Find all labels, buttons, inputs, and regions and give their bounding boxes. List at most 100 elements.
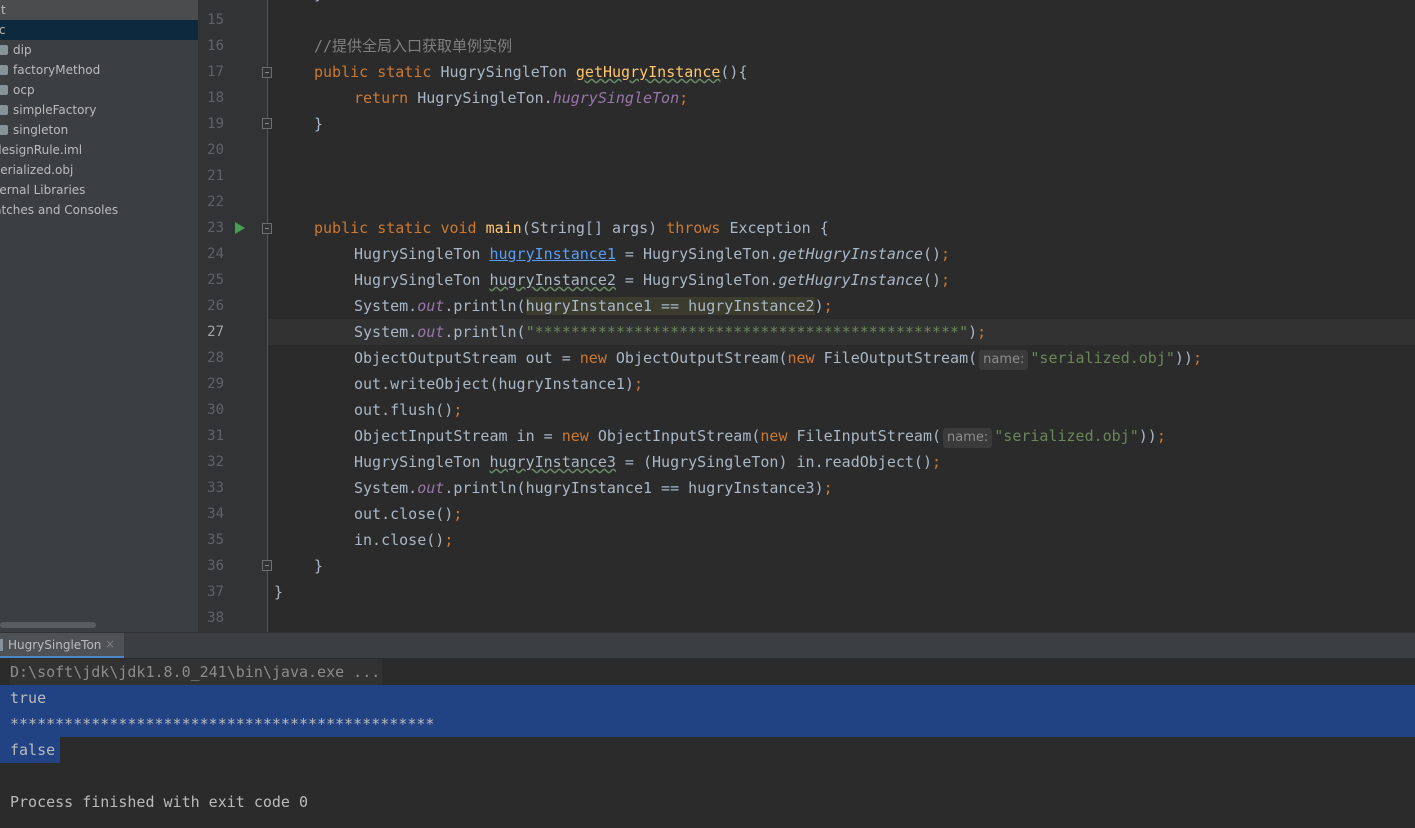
code-ctor: FileInputStream(: [796, 427, 942, 445]
code-ctor: ObjectInputStream(: [597, 427, 761, 445]
code-type: HugrySingleTon: [354, 245, 481, 263]
tree-item-label: Scratches and Consoles: [0, 203, 119, 217]
console-output-line: ****************************************…: [10, 715, 435, 733]
code-line[interactable]: ObjectOutputStream out = new ObjectOutpu…: [354, 345, 1202, 371]
tree-item-ocp[interactable]: ocp: [0, 80, 199, 100]
tree-item-singleton[interactable]: singleton: [0, 120, 199, 140]
code-line[interactable]: //提供全局入口获取单例实例: [314, 33, 512, 59]
tree-item-label: External Libraries: [0, 183, 86, 197]
line-number: 16: [207, 38, 224, 54]
code-line[interactable]: public static HugrySingleTon getHugryIns…: [314, 59, 748, 85]
code-line[interactable]: public static void main(String[] args) t…: [314, 215, 829, 241]
code-line[interactable]: HugrySingleTon hugryInstance2 = HugrySin…: [354, 267, 950, 293]
code-ctor: ObjectOutputStream(: [615, 349, 788, 367]
line-number: 22: [207, 194, 224, 210]
project-tree: out src dip factoryMethod ocp simpleFact…: [0, 0, 199, 632]
code-static-field: hugrySingleTon: [552, 89, 680, 107]
code-line[interactable]: ObjectInputStream in = new ObjectInputSt…: [354, 423, 1166, 449]
folder-icon: [0, 45, 8, 55]
tree-item-designrule-iml[interactable]: designRule.iml: [0, 140, 199, 160]
console-output-line: false: [10, 741, 56, 759]
line-number: 25: [207, 272, 224, 288]
code-system: System.: [354, 323, 418, 341]
code-variable-link[interactable]: hugryInstance1: [489, 245, 615, 263]
code-keyword: void: [440, 219, 477, 237]
line-number: 17: [207, 64, 224, 80]
code-line[interactable]: HugrySingleTon hugryInstance1 = HugrySin…: [354, 241, 950, 267]
code-line[interactable]: }: [314, 0, 323, 7]
tree-item-label: designRule.iml: [0, 143, 83, 157]
tree-item-serialized-obj[interactable]: serialized.obj: [0, 160, 199, 180]
code-statement: out.writeObject(hugryInstance1): [354, 375, 634, 393]
code-type: HugrySingleTon: [354, 453, 481, 471]
code-keyword: new: [760, 427, 788, 445]
tree-item-label: ocp: [13, 83, 35, 97]
gutter-divider: [267, 0, 268, 632]
tree-item-label: singleton: [13, 123, 69, 137]
run-tab[interactable]: HugrySingleTon ×: [0, 633, 124, 659]
run-console[interactable]: D:\soft\jdk\jdk1.8.0_241\bin\java.exe ..…: [0, 658, 1415, 828]
tree-item-out[interactable]: out: [0, 0, 199, 20]
code-line[interactable]: out.close();: [354, 501, 462, 527]
code-params: (String[] args): [521, 219, 658, 237]
tree-item-dip[interactable]: dip: [0, 40, 199, 60]
tree-item-label: simpleFactory: [13, 103, 97, 117]
console-output-line: true: [10, 689, 47, 707]
line-number: 27: [207, 324, 224, 340]
line-number: 18: [207, 90, 224, 106]
code-selection: hugryInstance1 == hugryInstance2: [525, 297, 815, 315]
line-number: 28: [207, 350, 224, 366]
code-call: .println(: [444, 479, 526, 497]
code-line[interactable]: out.writeObject(hugryInstance1);: [354, 371, 643, 397]
code-line[interactable]: out.flush();: [354, 397, 462, 423]
code-line[interactable]: }: [274, 579, 283, 605]
fold-icon[interactable]: [262, 560, 272, 571]
code-static-call: getHugryInstance: [778, 271, 923, 289]
line-number: 35: [207, 532, 224, 548]
run-gutter-icon[interactable]: [235, 222, 245, 234]
code-type: HugrySingleTon: [643, 271, 770, 289]
line-number: 15: [207, 12, 224, 28]
code-ctor: FileOutputStream(: [823, 349, 978, 367]
run-config-icon: [0, 639, 3, 651]
code-line[interactable]: in.close();: [354, 527, 453, 553]
code-line[interactable]: System.out.println("********************…: [354, 319, 986, 345]
tree-item-factorymethod[interactable]: factoryMethod: [0, 60, 199, 80]
code-call: .println(: [444, 297, 526, 315]
code-line[interactable]: return HugrySingleTon.hugrySingleTon;: [354, 85, 688, 111]
code-line[interactable]: System.out.println(hugryInstance1 == hug…: [354, 475, 833, 501]
folder-icon: [0, 105, 8, 115]
tree-item-external-libraries[interactable]: External Libraries: [0, 180, 199, 200]
tree-item-simplefactory[interactable]: simpleFactory: [0, 100, 199, 120]
code-line[interactable]: HugrySingleTon hugryInstance3 = (HugrySi…: [354, 449, 941, 475]
tree-item-label: out: [0, 3, 6, 17]
code-decl: ObjectOutputStream out =: [354, 349, 580, 367]
line-number: 34: [207, 506, 224, 522]
code-static-field: out: [417, 479, 445, 497]
code-line[interactable]: }: [314, 111, 323, 137]
code-line[interactable]: }: [314, 553, 323, 579]
code-variable: hugryInstance3: [489, 453, 616, 471]
code-exception: Exception {: [729, 219, 829, 237]
fold-icon[interactable]: [262, 118, 272, 129]
line-number: 29: [207, 376, 224, 392]
code-type: HugrySingleTon: [440, 63, 567, 81]
tree-item-label: dip: [13, 43, 32, 57]
fold-icon[interactable]: [262, 223, 272, 234]
code-line[interactable]: System.out.println(hugryInstance1 == hug…: [354, 293, 833, 319]
code-variable: hugryInstance2: [489, 271, 616, 289]
code-keyword: static: [377, 219, 432, 237]
tree-item-src[interactable]: src: [0, 20, 199, 40]
code-call: .println(: [444, 323, 526, 341]
tree-horizontal-scrollbar[interactable]: [0, 622, 96, 628]
tree-item-scratches[interactable]: Scratches and Consoles: [0, 200, 199, 220]
code-static-field: out: [417, 297, 445, 315]
close-icon[interactable]: ×: [105, 637, 115, 651]
code-static-call: getHugryInstance: [778, 245, 923, 263]
line-number: 31: [207, 428, 224, 444]
console-exit-message: Process finished with exit code 0: [10, 793, 309, 811]
fold-icon[interactable]: [262, 67, 272, 78]
line-number: 32: [207, 454, 224, 470]
code-statement: = (HugrySingleTon) in.readObject(): [615, 453, 932, 471]
code-keyword: new: [579, 349, 607, 367]
